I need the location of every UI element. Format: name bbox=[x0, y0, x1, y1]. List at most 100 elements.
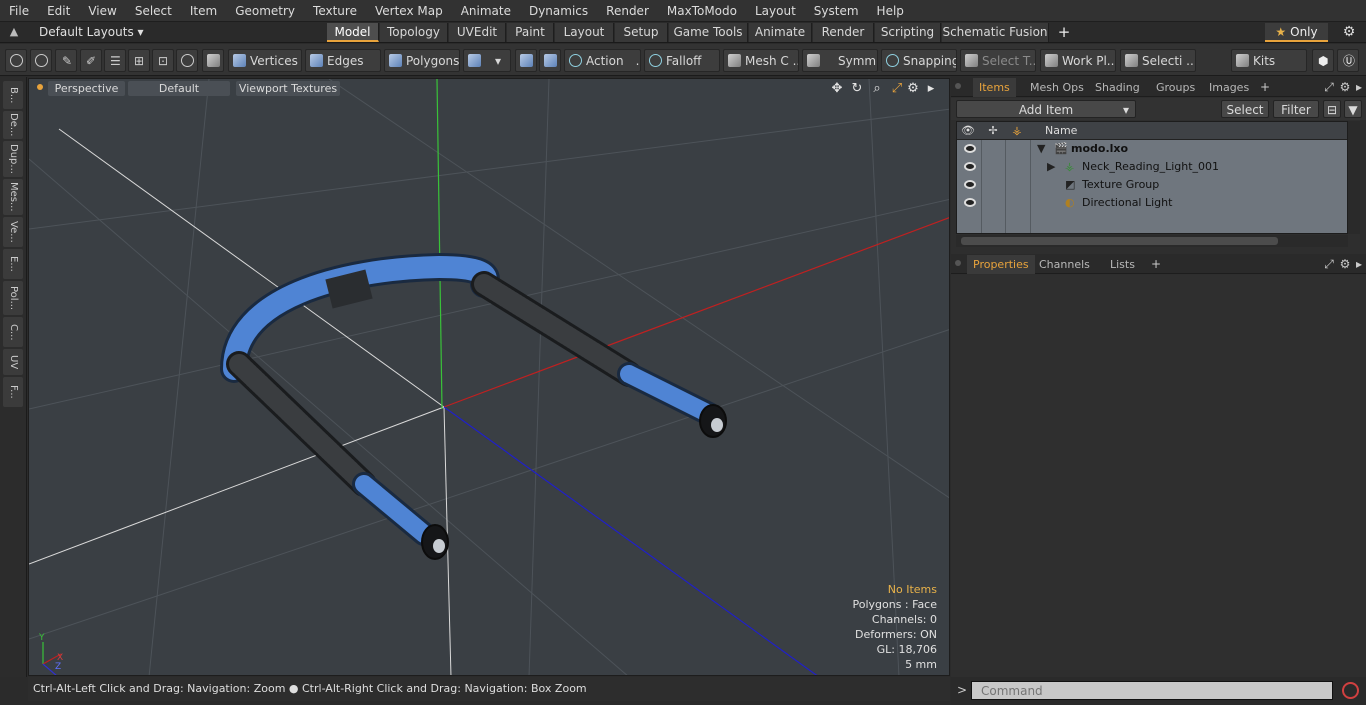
shading-button[interactable] bbox=[202, 49, 224, 72]
view-type-button[interactable]: Perspective bbox=[48, 81, 125, 96]
tab-lists[interactable]: Lists bbox=[1104, 255, 1141, 274]
zoom-icon[interactable]: ⌕ bbox=[869, 81, 885, 97]
add-panel-tab-icon[interactable]: + bbox=[1148, 255, 1164, 273]
vtab-uv[interactable]: UV bbox=[3, 349, 23, 375]
polygons-button[interactable]: Polygons bbox=[384, 49, 460, 72]
only-toggle[interactable]: ★ Only bbox=[1265, 23, 1328, 42]
menu-view[interactable]: View bbox=[79, 0, 125, 22]
snap-circle-button[interactable] bbox=[176, 49, 198, 72]
tab-channels[interactable]: Channels bbox=[1033, 255, 1096, 274]
tree-row-directional-light[interactable]: ◐ Directional Light bbox=[957, 194, 1347, 212]
viewport-menu-dot[interactable] bbox=[37, 84, 43, 90]
add-item-dropdown[interactable]: Add Item ▾ bbox=[956, 100, 1136, 118]
menu-select[interactable]: Select bbox=[126, 0, 181, 22]
element-shield-button[interactable] bbox=[539, 49, 561, 72]
symmetry-button[interactable]: Symm ... bbox=[802, 49, 878, 72]
viewport-textures-button[interactable]: Viewport Textures bbox=[236, 81, 340, 96]
menu-vertex-map[interactable]: Vertex Map bbox=[366, 0, 452, 22]
tree-row-mesh[interactable]: ▶ ⚶ Neck_Reading_Light_001 bbox=[957, 158, 1347, 176]
falloff-button[interactable]: Falloff bbox=[644, 49, 720, 72]
work-plane-button[interactable]: Work Pl... bbox=[1040, 49, 1116, 72]
eye-icon[interactable] bbox=[964, 180, 976, 189]
layouts-dropdown[interactable]: Default Layouts ▾ bbox=[39, 22, 144, 43]
menu-animate[interactable]: Animate bbox=[452, 0, 520, 22]
name-column-header[interactable]: Name bbox=[1045, 122, 1077, 140]
tree-vertical-scrollbar[interactable] bbox=[1348, 121, 1360, 234]
vtab-mesh-edit[interactable]: Mes... bbox=[3, 179, 23, 215]
tab-shading[interactable]: Shading bbox=[1089, 78, 1146, 97]
panel-arrow-icon[interactable]: ▸ bbox=[1351, 255, 1366, 273]
menu-edit[interactable]: Edit bbox=[38, 0, 79, 22]
record-macro-icon[interactable] bbox=[1342, 682, 1359, 699]
material-dropdown[interactable]: ▾ bbox=[463, 49, 511, 72]
tree-row-texture-group[interactable]: ◩ Texture Group bbox=[957, 176, 1347, 194]
filter-button[interactable]: Filter bbox=[1273, 100, 1319, 118]
command-arrow-icon[interactable]: > bbox=[957, 683, 967, 697]
eye-icon[interactable] bbox=[964, 162, 976, 171]
vtab-curve[interactable]: C... bbox=[3, 317, 23, 347]
viewport-arrow-icon[interactable]: ▸ bbox=[923, 81, 939, 97]
tree-row-scene[interactable]: ▼ 🎬 modo.lxo bbox=[957, 140, 1347, 158]
maximize-icon[interactable]: ⤢ bbox=[889, 81, 905, 97]
vtab-duplicate[interactable]: Dup... bbox=[3, 141, 23, 177]
kits-button[interactable]: Kits bbox=[1231, 49, 1307, 72]
select-button[interactable]: Select bbox=[1221, 100, 1269, 118]
layout-toggle-icon[interactable]: ▲ bbox=[6, 25, 22, 40]
menu-file[interactable]: File bbox=[0, 0, 38, 22]
mesh-constraint-button[interactable]: Mesh C ... bbox=[723, 49, 799, 72]
viewport-gear-icon[interactable]: ⚙ bbox=[905, 81, 921, 97]
vtab-fusion[interactable]: F... bbox=[3, 377, 23, 407]
command-input[interactable] bbox=[971, 681, 1333, 700]
eye-icon[interactable] bbox=[964, 144, 976, 153]
tab-items[interactable]: Items bbox=[973, 78, 1016, 97]
menu-help[interactable]: Help bbox=[868, 0, 913, 22]
tab-scripting[interactable]: Scripting bbox=[875, 23, 941, 42]
vtab-polygon[interactable]: Pol... bbox=[3, 281, 23, 315]
menu-maxtomodo[interactable]: MaxToModo bbox=[658, 0, 746, 22]
edges-button[interactable]: Edges bbox=[305, 49, 381, 72]
pen-button[interactable]: ✎ bbox=[55, 49, 77, 72]
eye-icon[interactable] bbox=[964, 198, 976, 207]
panel-expand-icon[interactable]: ⤢ bbox=[1321, 78, 1337, 96]
3d-viewport[interactable]: Y X Z Perspective Default Viewport Textu… bbox=[28, 78, 950, 676]
add-panel-tab-icon[interactable]: + bbox=[1257, 78, 1273, 96]
shading-style-button[interactable]: Default bbox=[128, 81, 230, 96]
tab-render[interactable]: Render bbox=[813, 23, 874, 42]
vtab-deform[interactable]: De... bbox=[3, 111, 23, 139]
scrollbar-thumb[interactable] bbox=[961, 237, 1278, 245]
tab-model[interactable]: Model bbox=[327, 23, 379, 42]
tab-paint[interactable]: Paint bbox=[507, 23, 554, 42]
tab-setup[interactable]: Setup bbox=[615, 23, 668, 42]
pan-icon[interactable]: ✥ bbox=[829, 81, 845, 97]
tab-mesh-ops[interactable]: Mesh Ops bbox=[1024, 78, 1090, 97]
tab-layout[interactable]: Layout bbox=[555, 23, 614, 42]
panel-arrow-icon[interactable]: ▸ bbox=[1351, 78, 1366, 96]
lasso-button[interactable]: ✐ bbox=[80, 49, 102, 72]
menu-dynamics[interactable]: Dynamics bbox=[520, 0, 597, 22]
gear-icon[interactable]: ⚙ bbox=[1340, 23, 1358, 42]
menu-geometry[interactable]: Geometry bbox=[226, 0, 304, 22]
snapping-button[interactable]: Snapping bbox=[881, 49, 957, 72]
tab-groups[interactable]: Groups bbox=[1150, 78, 1201, 97]
select-through-button[interactable]: Select T... bbox=[960, 49, 1036, 72]
funnel-icon[interactable]: ▼ bbox=[1344, 100, 1362, 118]
tab-game-tools[interactable]: Game Tools bbox=[669, 23, 748, 42]
vertices-button[interactable]: Vertices bbox=[228, 49, 302, 72]
collapse-icon[interactable]: ⊟ bbox=[1323, 100, 1341, 118]
menu-texture[interactable]: Texture bbox=[304, 0, 366, 22]
tab-schematic-fusion[interactable]: Schematic Fusion bbox=[942, 23, 1049, 42]
tab-animate[interactable]: Animate bbox=[749, 23, 812, 42]
element-button[interactable]: ⊡ bbox=[152, 49, 174, 72]
add-tab-icon[interactable]: + bbox=[1057, 23, 1071, 42]
menu-item[interactable]: Item bbox=[181, 0, 226, 22]
expand-arrow-icon[interactable]: ▼ bbox=[1037, 140, 1045, 158]
globe-button[interactable] bbox=[30, 49, 52, 72]
rotate-icon[interactable]: ↻ bbox=[849, 81, 865, 97]
panel-expand-icon[interactable]: ⤢ bbox=[1321, 255, 1337, 273]
visibility-column-icon[interactable]: 👁 bbox=[960, 123, 976, 139]
vtab-edge[interactable]: E... bbox=[3, 249, 23, 279]
tree-horizontal-scrollbar[interactable] bbox=[956, 235, 1348, 247]
lock-column-icon[interactable]: ✢ bbox=[985, 123, 1001, 139]
viewport-scene[interactable]: Y X Z bbox=[29, 79, 950, 676]
expand-arrow-icon[interactable]: ▶ bbox=[1047, 158, 1055, 176]
